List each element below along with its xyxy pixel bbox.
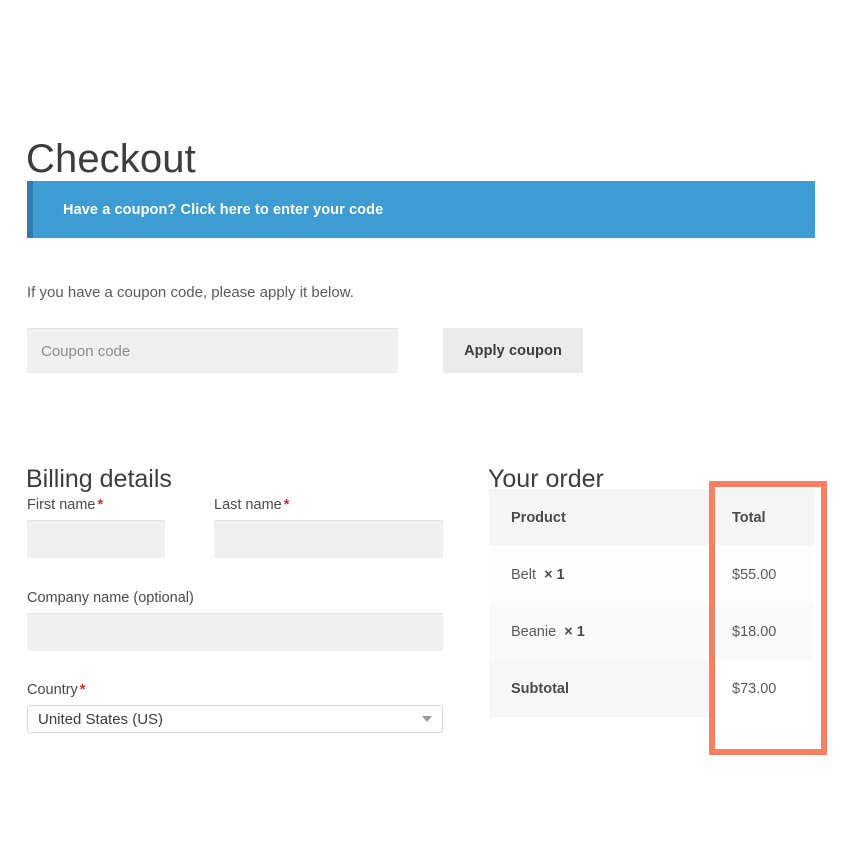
order-item-quantity: × 1: [544, 566, 565, 583]
column-header-product: Product: [489, 489, 710, 546]
order-summary-table: Product Total Belt × 1 $55.00 Beanie × 1…: [489, 489, 814, 717]
chevron-down-icon: [422, 716, 432, 722]
required-asterisk: *: [283, 497, 290, 513]
coupon-notice-bar[interactable]: Have a coupon? Click here to enter your …: [27, 181, 815, 238]
coupon-code-input[interactable]: [27, 328, 398, 373]
billing-details-heading: Billing details: [26, 464, 172, 493]
order-table-head: Product Total: [489, 489, 814, 546]
order-table-header-row: Product Total: [489, 489, 814, 546]
order-item-name-cell: Belt × 1: [489, 546, 710, 603]
subtotal-value: $73.00: [710, 660, 814, 717]
apply-coupon-button[interactable]: Apply coupon: [443, 328, 583, 373]
subtotal-label: Subtotal: [489, 660, 710, 717]
table-row: Belt × 1 $55.00: [489, 546, 814, 603]
checkout-page: Checkout Have a coupon? Click here to en…: [0, 0, 850, 850]
order-item-total: $18.00: [710, 603, 814, 660]
last-name-label: Last name *: [214, 496, 289, 514]
last-name-input[interactable]: [214, 520, 443, 558]
required-asterisk: *: [97, 497, 104, 513]
first-name-label-text: First name: [27, 497, 96, 513]
last-name-label-text: Last name: [214, 497, 282, 513]
page-title: Checkout: [26, 136, 196, 181]
order-item-name: Beanie: [511, 623, 557, 640]
country-label-text: Country: [27, 682, 78, 698]
order-item-quantity: × 1: [564, 623, 585, 640]
first-name-label: First name *: [27, 496, 103, 514]
country-selected-value: United States (US): [38, 710, 164, 728]
coupon-help-text: If you have a coupon code, please apply …: [27, 284, 354, 301]
order-item-name-cell: Beanie × 1: [489, 603, 710, 660]
required-asterisk: *: [79, 682, 86, 698]
order-table-body: Belt × 1 $55.00 Beanie × 1 $18.00 Subtot…: [489, 546, 814, 717]
first-name-input[interactable]: [27, 520, 165, 558]
country-label: Country *: [27, 681, 85, 699]
column-header-total: Total: [710, 489, 814, 546]
table-row: Beanie × 1 $18.00: [489, 603, 814, 660]
coupon-notice-link[interactable]: Have a coupon? Click here to enter your …: [33, 202, 383, 218]
company-name-label: Company name (optional): [27, 590, 194, 606]
order-item-total: $55.00: [710, 546, 814, 603]
order-item-name: Belt: [511, 566, 536, 583]
table-row-subtotal: Subtotal $73.00: [489, 660, 814, 717]
country-select[interactable]: United States (US): [27, 705, 443, 733]
company-name-input[interactable]: [27, 613, 443, 651]
